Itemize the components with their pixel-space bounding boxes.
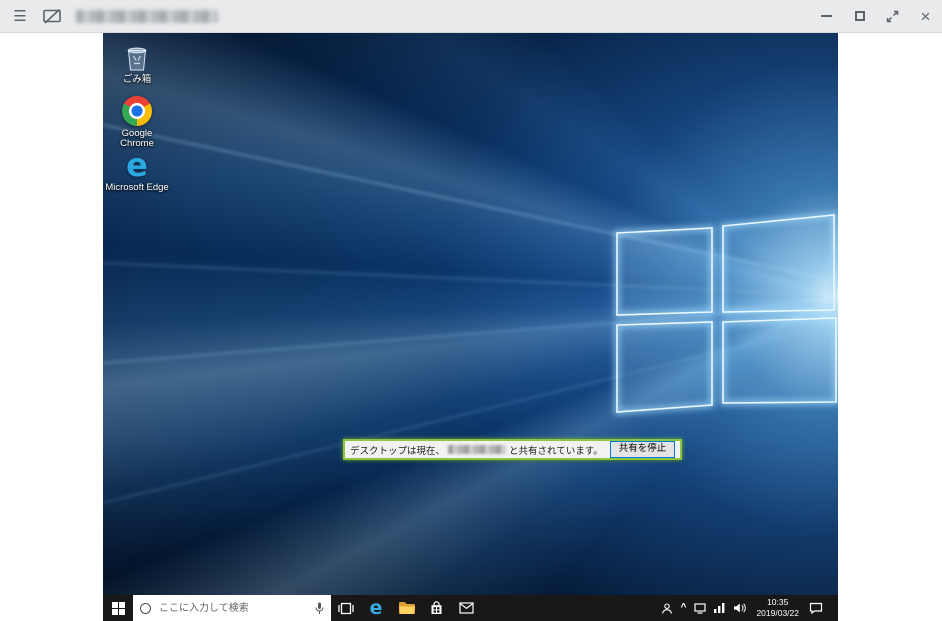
- volume-icon: [734, 603, 747, 613]
- taskbar-search[interactable]: [133, 595, 331, 621]
- clock-time: 10:35: [767, 597, 789, 608]
- remote-desktop: ごみ箱 Google Chrome e Microsoft Edge デスクトッ…: [103, 33, 838, 621]
- edge-taskbar-icon: e: [369, 597, 383, 619]
- volume-button[interactable]: [733, 603, 747, 613]
- clock-date: 2019/03/22: [756, 608, 799, 618]
- window-controls: ×: [810, 0, 942, 33]
- window-title-redacted: [76, 9, 218, 23]
- fullscreen-icon: [886, 10, 899, 22]
- sharing-banner-text-suffix: と共有されています。: [509, 445, 603, 457]
- desktop-icon-recycle-bin[interactable]: ごみ箱: [105, 41, 169, 85]
- stop-sharing-button[interactable]: 共有を停止: [609, 441, 676, 458]
- file-explorer-icon: [398, 602, 415, 614]
- hidden-icons-button[interactable]: ^: [681, 603, 687, 613]
- windows-wallpaper: [103, 33, 838, 595]
- action-center-icon: [809, 602, 823, 614]
- taskbar-clock[interactable]: 10:35 2019/03/22: [754, 597, 801, 618]
- menu-button[interactable]: ☰: [4, 0, 36, 33]
- taskbar: e: [103, 595, 838, 621]
- network-button[interactable]: [694, 602, 707, 614]
- desktop-icon-label: Microsoft Edge: [105, 182, 169, 193]
- minimize-button[interactable]: [810, 0, 843, 33]
- people-icon: [661, 602, 672, 614]
- task-view-button[interactable]: [331, 595, 361, 621]
- signal-button[interactable]: [714, 603, 725, 613]
- recycle-bin-icon: [127, 47, 147, 71]
- signal-icon: [714, 603, 725, 613]
- maximize-icon: [854, 11, 865, 21]
- chrome-icon: [122, 96, 152, 126]
- cortana-icon: [140, 602, 151, 614]
- windows-start-icon: [111, 601, 125, 615]
- desktop-icon-microsoft-edge[interactable]: e Microsoft Edge: [105, 149, 169, 193]
- people-button[interactable]: [661, 602, 673, 614]
- sharing-banner-text-prefix: デスクトップは現在、: [350, 445, 446, 457]
- desktop-icon-label: ごみ箱: [122, 74, 152, 85]
- task-view-icon: [338, 602, 354, 614]
- search-input[interactable]: [157, 601, 309, 615]
- sharing-banner-redacted-name: [448, 445, 507, 454]
- stop-cast-button[interactable]: [36, 0, 68, 33]
- menu-icon: ☰: [13, 8, 27, 25]
- close-button[interactable]: ×: [909, 0, 942, 33]
- titlebar: ☰ ×: [0, 0, 942, 33]
- stop-cast-icon: [43, 8, 61, 24]
- system-tray: ^ 10:35 2019/03/22: [661, 595, 838, 621]
- remote-viewer: ごみ箱 Google Chrome e Microsoft Edge デスクトッ…: [0, 33, 942, 621]
- action-center-button[interactable]: [809, 602, 823, 614]
- file-explorer-button[interactable]: [391, 595, 421, 621]
- fullscreen-button[interactable]: [876, 0, 909, 33]
- maximize-button[interactable]: [843, 0, 876, 33]
- network-icon: [694, 602, 707, 614]
- store-icon: [431, 601, 441, 614]
- mail-button[interactable]: [451, 595, 481, 621]
- windows-logo-art: [103, 123, 838, 504]
- edge-icon: e: [126, 146, 148, 184]
- store-button[interactable]: [421, 595, 451, 621]
- sharing-banner: デスクトップは現在、 と共有されています。 共有を停止: [343, 439, 683, 460]
- close-icon: ×: [920, 6, 931, 26]
- microphone-icon[interactable]: [315, 602, 324, 615]
- desktop-icon-google-chrome[interactable]: Google Chrome: [105, 95, 169, 150]
- start-button[interactable]: [103, 595, 133, 621]
- minimize-icon: [821, 15, 832, 17]
- mail-icon: [458, 602, 474, 614]
- taskbar-edge-button[interactable]: e: [361, 595, 391, 621]
